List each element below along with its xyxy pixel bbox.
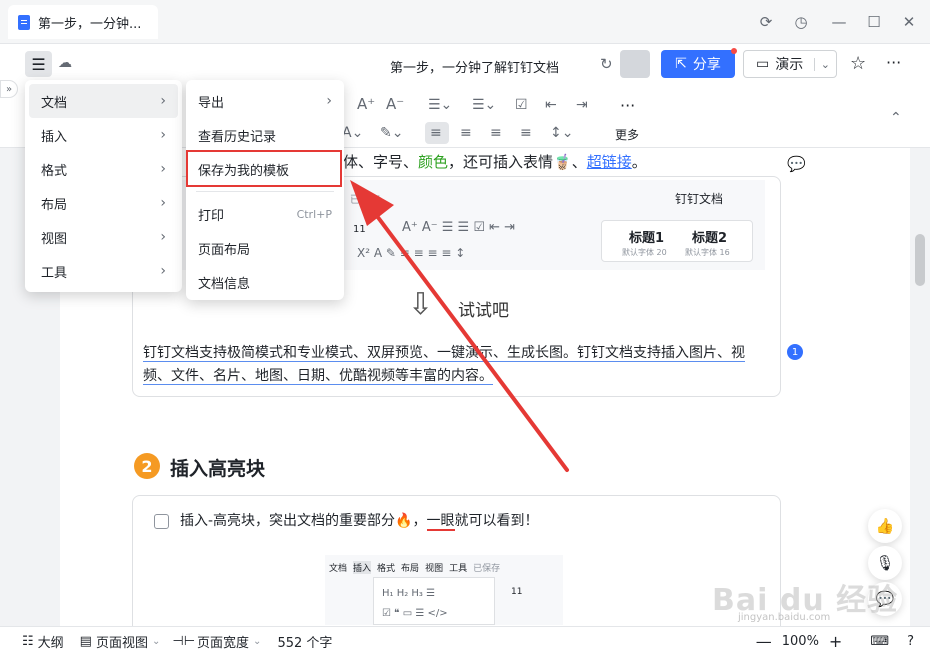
annotation-arrow bbox=[350, 180, 569, 472]
